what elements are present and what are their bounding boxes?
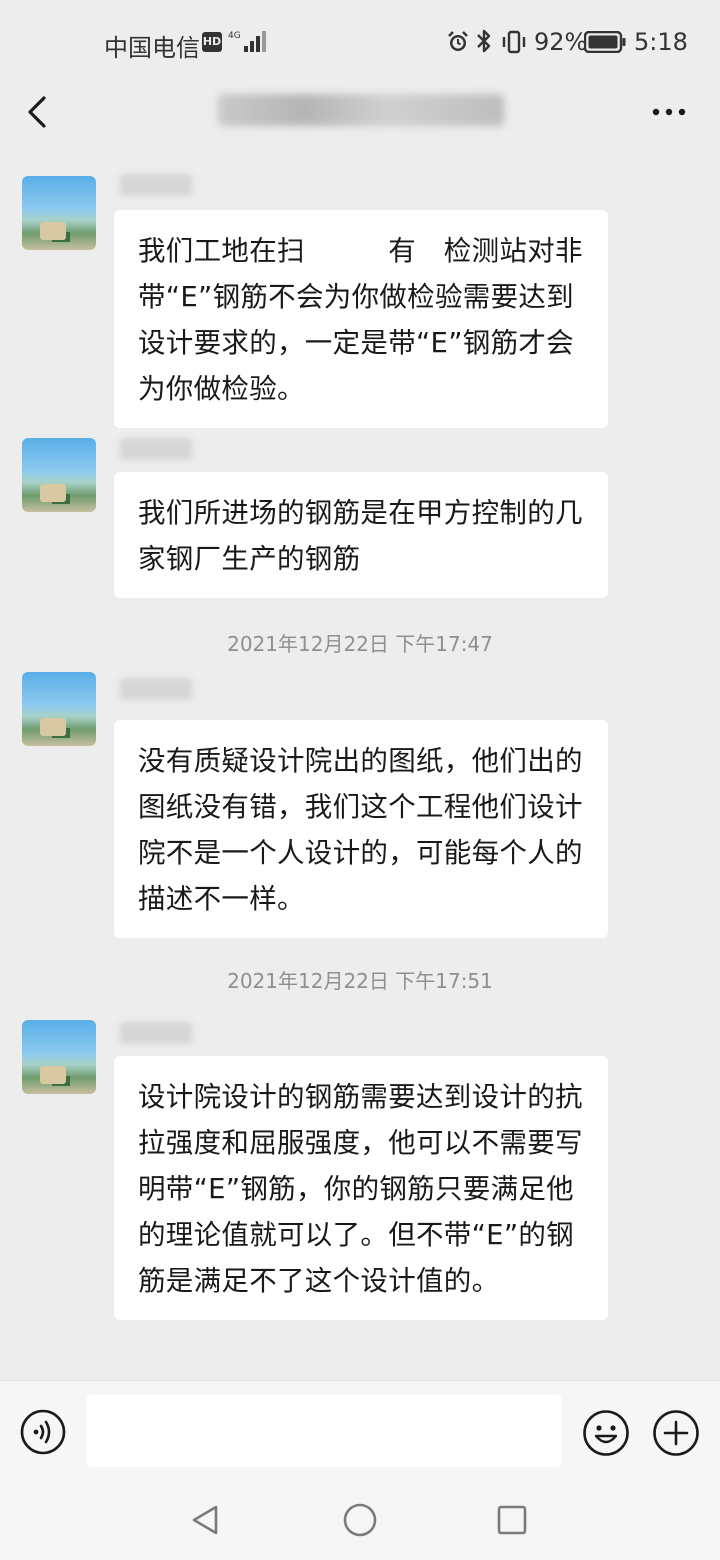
signal-icon: 4G [228,31,266,52]
alarm-icon [448,31,468,51]
avatar[interactable] [22,176,96,250]
chevron-left-icon[interactable] [18,90,58,134]
message-bubble[interactable]: 设计院设计的钢筋需要达到设计的抗拉强度和屈服强度，他可以不需要写明带“E”钢筋，… [114,1056,608,1320]
sender-name-redacted [120,174,192,196]
timestamp: 2021年12月22日 下午17:51 [227,969,493,993]
message-bubble[interactable]: 没有质疑设计院出的图纸，他们出的图纸没有错，我们这个工程他们设计院不是一个人设计… [114,720,608,938]
nav-recents-icon[interactable] [496,1504,528,1536]
battery-icon [584,31,626,53]
carrier-label: 中国电信 [104,34,200,62]
chat-title-redacted [218,94,504,126]
clock-time: 5:18 [634,28,688,56]
hd-badge: HD [202,32,222,52]
nav-home-icon[interactable] [342,1502,378,1538]
sender-name-redacted [120,678,192,700]
avatar[interactable] [22,672,96,746]
sender-name-redacted [120,1022,192,1044]
battery-percent: 92% [534,28,588,56]
message-bubble[interactable]: 我们工地在扫 有 检测站对非带“E”钢筋不会为你做检验需要达到设计要求的，一定是… [114,210,608,428]
plus-circle-icon[interactable] [652,1409,700,1457]
system-navigation-bar [0,1480,720,1560]
chat-header [0,84,720,140]
sender-name-redacted [120,438,192,460]
avatar[interactable] [22,438,96,512]
input-bar [0,1380,720,1480]
voice-icon[interactable] [20,1409,66,1455]
timestamp: 2021年12月22日 下午17:47 [227,632,493,656]
bluetooth-icon [477,29,491,53]
nav-back-icon[interactable] [188,1502,224,1538]
vibrate-icon [502,30,526,54]
avatar[interactable] [22,1020,96,1094]
emoji-icon[interactable] [582,1409,630,1457]
message-bubble[interactable]: 我们所进场的钢筋是在甲方控制的几家钢厂生产的钢筋 [114,472,608,598]
more-horizontal-icon[interactable] [646,92,692,132]
message-input[interactable] [86,1395,562,1467]
status-bar: 中国电信 HD 4G 92% 5:18 [0,0,720,84]
svg-text:4G: 4G [228,31,241,41]
